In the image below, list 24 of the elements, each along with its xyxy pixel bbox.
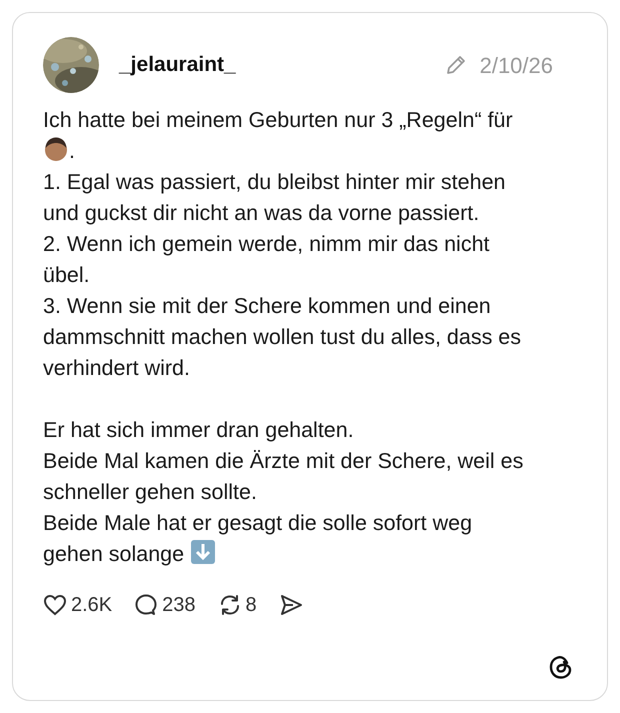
- send-icon: [278, 594, 303, 616]
- post-date: 2/10/26: [480, 52, 553, 80]
- username[interactable]: _jelauraint_: [119, 49, 236, 81]
- threads-logo-icon[interactable]: [549, 654, 573, 680]
- post-text: und guckst dir nicht an was da vorne passiert.: [43, 201, 480, 225]
- heart-icon: [43, 594, 67, 616]
- post-text: Ich hatte bei meinem Geburten nur 3 „Regeln“ für: [43, 108, 513, 132]
- post-text: Beide Male hat er gesagt die solle sofort weg: [43, 511, 472, 535]
- post-text: verhindert wird.: [43, 356, 190, 380]
- post-text: 3. Wenn sie mit der Schere kommen und einen: [43, 294, 491, 318]
- share-button[interactable]: [278, 594, 303, 616]
- post-text: Er hat sich immer dran gehalten.: [43, 418, 354, 442]
- post-text: dammschnitt machen wollen tust du alles, dass es: [43, 325, 522, 349]
- reply-button[interactable]: 238: [134, 590, 196, 620]
- post-text: 2. Wenn ich gemein werde, nimm mir das nicht: [43, 232, 490, 256]
- like-button[interactable]: 2.6K: [43, 590, 112, 620]
- post-text: übel.: [43, 263, 90, 287]
- repost-button[interactable]: 8: [218, 590, 257, 620]
- post-text: Beide Mal kamen die Ärzte mit der Schere, weil es: [43, 449, 524, 473]
- post-text: schneller gehen sollte.: [43, 480, 257, 504]
- post-text: 1. Egal was passiert, du bleibst hinter mir stehen: [43, 170, 506, 194]
- post-text: gehen solange: [43, 542, 184, 566]
- post-text: .: [69, 139, 75, 163]
- comment-icon: [134, 593, 158, 617]
